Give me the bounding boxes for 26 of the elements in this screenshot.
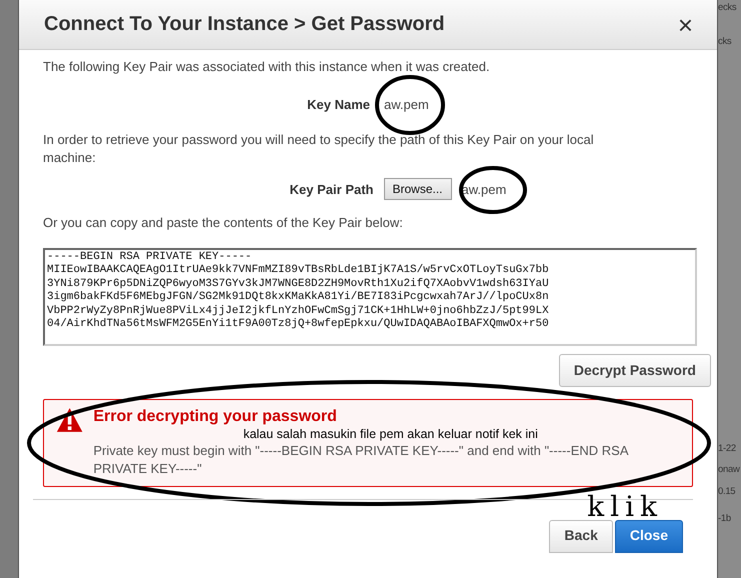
background-text: ecks bbox=[718, 1, 736, 15]
error-title: Error decrypting your password bbox=[93, 406, 338, 427]
error-message: Private key must begin with "-----BEGIN RSA PRIVATE KEY-----" and end with "-----END RSA PRIVATE KEY-----" bbox=[93, 442, 630, 478]
key-pair-path-label: Key Pair Path bbox=[290, 180, 374, 198]
decrypt-password-button[interactable]: Decrypt Password bbox=[558, 354, 711, 387]
ellipse-annotation bbox=[458, 164, 528, 214]
instruction-text: In order to retrieve your password you will need to specify the path of this Key Pair on your local machine: bbox=[43, 131, 595, 166]
key-name-label: Key Name bbox=[307, 96, 370, 114]
back-button[interactable]: Back bbox=[549, 520, 613, 554]
close-button[interactable]: × bbox=[678, 12, 693, 38]
background-text: 0.15 bbox=[718, 485, 736, 499]
background-text: cks bbox=[718, 35, 732, 49]
handwritten-note: klik bbox=[587, 492, 663, 522]
browse-button[interactable]: Browse... bbox=[384, 178, 452, 200]
background-text: onaw bbox=[718, 463, 740, 477]
background-text: 1-22 bbox=[718, 442, 736, 456]
background-text: -1b bbox=[718, 512, 731, 526]
close-button[interactable]: Close bbox=[614, 520, 683, 554]
paste-hint-text: Or you can copy and paste the contents of the Key Pair below: bbox=[43, 214, 404, 232]
key-text-area[interactable]: -----BEGIN RSA PRIVATE KEY----- MIIEowIBAAKCAQEAgO1ItrUAe9kk7VNFmMZI89vTBsRbLde1BIjK7A1S/w5rvCxOTLoyTsuGx7bb 3YNi879KPr6p5DNiZQP6wyoM3S7GYv3kJM7WNGE8D2ZH9MovRth1Xu2ifQ7XAobvV1wdsh63IYaU 3igm6bakFKd5F6MEbgJFGN/SG2Mk91DQt8kxKMaKkA81Yi/BE7I83iPcgcwxah7ArJ//lpoCUx8n VbPP2rWyZy8PnRjWue8PViLx4jjJeI2jkfLnYzhOFwCmSgj71CK+1HhLW+0jno6hbZzJ/5pt99LX 04/AirKhdTNa56tMsWFM2G5EnYi1tF9A00Tz8jQ+8wfepEpkxu/QUwIDAQABAoIBAFXQmwOx+r50 bbox=[43, 248, 697, 346]
key-name-value: aw.pem bbox=[384, 96, 429, 112]
annotation-note: kalau salah masukin file pem akan keluar notif kek ini bbox=[243, 427, 539, 442]
file-name: aw.pem bbox=[462, 182, 506, 196]
warning-icon bbox=[56, 406, 84, 434]
dialog-title: Connect To Your Instance > Get Password bbox=[44, 12, 445, 37]
intro-text: The following Key Pair was associated with this instance when it was created. bbox=[43, 58, 491, 76]
